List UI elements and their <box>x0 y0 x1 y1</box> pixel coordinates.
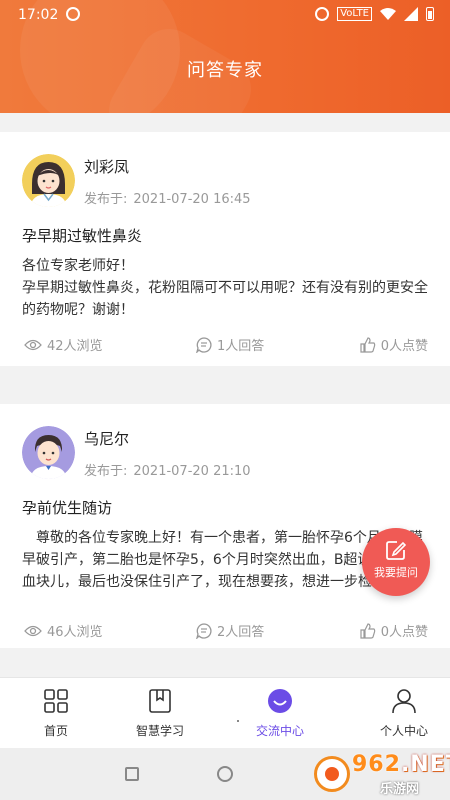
tab-communication[interactable]: 交流中心 <box>224 678 336 749</box>
answer-count-text: 1人回答 <box>217 339 265 354</box>
home-button[interactable] <box>217 766 233 782</box>
header: 17:02 VoLTE 问答专家 <box>0 0 450 113</box>
home-grid-icon <box>44 689 68 713</box>
tab-study[interactable]: 智慧学习 <box>104 678 216 749</box>
female-doctor-avatar-icon <box>22 154 75 207</box>
comment-icon <box>196 622 212 639</box>
signal-icon <box>404 7 418 21</box>
like-count-text: 0人点赞 <box>380 339 428 354</box>
view-count-text: 42人浏览 <box>47 339 103 354</box>
answer-count[interactable]: 2人回答 <box>196 621 264 640</box>
edit-icon <box>386 541 406 560</box>
tab-label: 首页 <box>43 724 68 738</box>
question-title[interactable]: 孕前优生随访 <box>22 497 112 518</box>
question-stats: 46人浏览 2人回答 0人点赞 <box>22 621 428 641</box>
like-count-text: 0人点赞 <box>380 625 428 640</box>
do-not-disturb-icon <box>66 7 80 21</box>
publish-date: 2021-07-20 16:45 <box>133 192 251 207</box>
like-button[interactable]: 0人点赞 <box>360 621 428 640</box>
publish-time: 发布于: 2021-07-20 16:45 <box>84 188 251 207</box>
ask-question-button[interactable]: 我要提问 <box>362 528 430 596</box>
comment-icon <box>196 336 212 353</box>
answer-count[interactable]: 1人回答 <box>196 335 264 354</box>
divider <box>237 720 239 722</box>
question-stats: 42人浏览 1人回答 0人点赞 <box>22 335 428 355</box>
recents-button[interactable] <box>125 767 139 781</box>
status-bar: 17:02 VoLTE <box>0 0 450 30</box>
avatar[interactable] <box>22 154 75 207</box>
thumbs-up-icon <box>360 336 375 353</box>
answer-count-text: 2人回答 <box>217 625 265 640</box>
publish-label: 发布于: <box>84 464 128 479</box>
question-body-line: 孕早期过敏性鼻炎，花粉阻隔可不可以用呢？还有没有别的更安全的药物呢？谢谢！ <box>22 280 428 318</box>
question-card[interactable]: 乌尼尔 发布于: 2021-07-20 21:10 孕前优生随访 尊敬的各位专家晚… <box>0 404 450 648</box>
question-card[interactable]: 刘彩凤 发布于: 2021-07-20 16:45 孕早期过敏性鼻炎 各位专家老师… <box>0 132 450 366</box>
wifi-icon <box>380 8 396 20</box>
status-time: 17:02 <box>18 7 59 23</box>
alarm-icon <box>315 7 330 21</box>
view-count: 42人浏览 <box>24 335 103 354</box>
battery-icon <box>426 7 434 21</box>
view-count: 46人浏览 <box>24 621 103 640</box>
thumbs-up-icon <box>360 622 375 639</box>
tab-label: 交流中心 <box>255 724 304 738</box>
author-name: 刘彩凤 <box>84 158 130 176</box>
tab-label: 智慧学习 <box>135 724 184 738</box>
volte-icon: VoLTE <box>337 7 372 21</box>
question-title[interactable]: 孕早期过敏性鼻炎 <box>22 225 142 246</box>
like-button[interactable]: 0人点赞 <box>360 335 428 354</box>
book-icon <box>149 689 171 713</box>
avatar[interactable] <box>22 426 75 479</box>
publish-label: 发布于: <box>84 192 128 207</box>
watermark-number: 962 <box>352 752 401 777</box>
eye-icon <box>24 339 42 350</box>
ask-question-label: 我要提问 <box>374 566 418 579</box>
page-title: 问答专家 <box>187 60 263 81</box>
chat-icon <box>268 689 292 713</box>
author-name: 乌尼尔 <box>84 430 130 448</box>
view-count-text: 46人浏览 <box>47 625 103 640</box>
watermark-subtext: 乐游网 <box>380 782 420 797</box>
question-body-line: 各位专家老师好！ <box>22 258 134 274</box>
male-doctor-avatar-icon <box>22 426 75 479</box>
publish-time: 发布于: 2021-07-20 21:10 <box>84 460 251 479</box>
watermark-logo: 962.NET 乐游网 <box>310 752 450 797</box>
bottom-tab-bar: 首页 智慧学习 交流中心 个人中心 <box>0 677 450 748</box>
eye-icon <box>24 625 42 636</box>
user-icon <box>392 689 416 714</box>
tab-profile[interactable]: 个人中心 <box>348 678 450 749</box>
tab-label: 个人中心 <box>379 724 428 738</box>
watermark-suffix: .NET <box>400 752 450 777</box>
question-body[interactable]: 各位专家老师好！ 孕早期过敏性鼻炎，花粉阻隔可不可以用呢？还有没有别的更安全的药… <box>22 255 432 321</box>
publish-date: 2021-07-20 21:10 <box>133 464 251 479</box>
watermark-text: 962.NET <box>352 752 450 777</box>
tab-home[interactable]: 首页 <box>0 678 112 749</box>
watermark-logo-icon <box>314 756 350 792</box>
